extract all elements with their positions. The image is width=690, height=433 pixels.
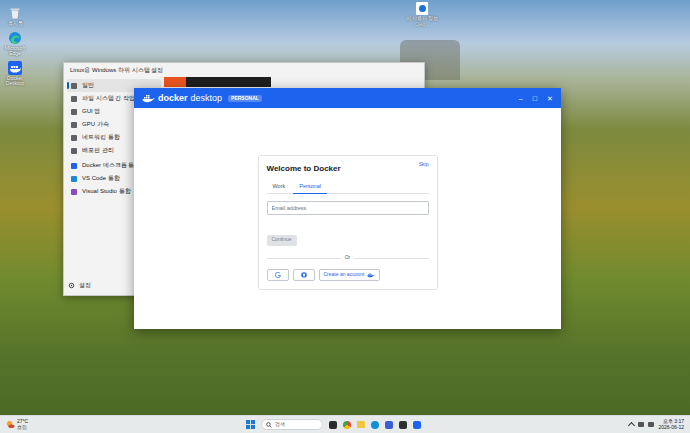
desktop-icons: 휴지통 Microsoft Edge Docker Desktop: [2, 6, 28, 87]
desktop-file-label: 이 사용자 정보 다시...: [405, 16, 439, 27]
minimize-button[interactable]: –: [519, 95, 523, 102]
file-explorer-icon[interactable]: [357, 421, 365, 428]
docker-title-bar[interactable]: docker desktop PERSONAL – □ ✕: [134, 88, 561, 108]
close-button[interactable]: ✕: [547, 95, 553, 102]
wsl-footer[interactable]: 설정: [68, 281, 91, 290]
sidebar-item-label: VS Code 통합: [82, 174, 120, 183]
gear-icon: [68, 282, 75, 289]
auth-buttons: Create an account: [267, 269, 429, 281]
system-icon: [71, 122, 77, 128]
docker-product: desktop: [191, 94, 223, 103]
docker-content: Welcome to Docker Skip Work Personal Cont…: [134, 108, 561, 329]
weather-sun-icon: [6, 420, 15, 429]
sidebar-item-label: 일반: [82, 81, 94, 90]
window-controls: – □ ✕: [519, 95, 553, 102]
account-tabs: Work Personal: [267, 181, 429, 194]
desktop-icon-label: 휴지통: [8, 21, 23, 27]
search-placeholder: 검색: [275, 421, 285, 429]
github-button[interactable]: [293, 269, 315, 281]
system-tray: 오후 3:17 2026-06-12: [629, 419, 690, 430]
clock[interactable]: 오후 3:17 2026-06-12: [658, 419, 684, 430]
weather-widget[interactable]: 27°C 흐림: [0, 419, 28, 430]
email-field[interactable]: [267, 201, 429, 215]
desktop-icon[interactable]: Microsoft Edge: [2, 31, 28, 57]
desktop-icon[interactable]: Docker Desktop: [2, 61, 28, 87]
create-account-label: Create an account: [324, 271, 365, 279]
chrome-icon[interactable]: [343, 421, 351, 429]
edge-icon[interactable]: [371, 421, 379, 429]
create-button[interactable]: Create an account: [319, 269, 381, 281]
search-icon: [266, 422, 272, 428]
taskbar: 27°C 흐림 검색 오후 3:17 2026-06-12: [0, 415, 690, 433]
sidebar-item-label: Docker 데스크톱 통합: [82, 161, 140, 170]
weather-condition: 흐림: [17, 425, 28, 430]
google-button[interactable]: [267, 269, 289, 281]
visualstudio-icon: [71, 189, 77, 195]
desktop-icon[interactable]: 휴지통: [2, 6, 28, 27]
recycle-bin-icon: [8, 6, 22, 20]
plan-badge: PERSONAL: [228, 95, 262, 102]
tray-overflow-icon[interactable]: [628, 422, 635, 429]
system-icon: [71, 83, 77, 89]
system-icon: [71, 96, 77, 102]
account-tab[interactable]: Work: [267, 181, 292, 194]
account-tab-label: Work: [273, 183, 286, 189]
desktop-file[interactable]: 이 사용자 정보 다시...: [405, 2, 439, 27]
volume-icon[interactable]: [648, 422, 654, 427]
taskbar-center: 검색: [246, 419, 421, 430]
task-view-icon[interactable]: [329, 421, 337, 429]
selection-indicator: [67, 82, 69, 89]
skip-link[interactable]: Skip: [419, 161, 429, 169]
sidebar-item-label: GUI 앱: [82, 107, 100, 116]
account-tab[interactable]: Personal: [293, 181, 327, 194]
desktop-icon-label: Microsoft Edge: [2, 46, 28, 57]
vscode-icon: [71, 176, 77, 182]
wsl-footer-label: 설정: [79, 281, 91, 290]
edge-icon: [8, 31, 22, 45]
terminal-icon[interactable]: [399, 421, 407, 429]
google-icon: [275, 272, 281, 278]
desktop: 휴지통 Microsoft Edge Docker Desktop 이 사용자 정보…: [0, 0, 690, 433]
info-file-icon: [416, 2, 428, 15]
docker-taskbar-icon[interactable]: [413, 421, 421, 429]
network-icon[interactable]: [638, 422, 644, 427]
docker-window[interactable]: docker desktop PERSONAL – □ ✕ Welcome to D…: [134, 88, 561, 329]
taskbar-search[interactable]: 검색: [261, 419, 323, 430]
account-tab-label: Personal: [299, 183, 321, 189]
wsl-title: Linux용 Windows 하위 시스템 설정: [70, 66, 163, 75]
docker-brand: docker: [158, 94, 188, 103]
welcome-title: Welcome to Docker: [267, 163, 341, 175]
welcome-card: Welcome to Docker Skip Work Personal Cont…: [258, 155, 438, 290]
desktop-icon-label: Docker Desktop: [2, 76, 28, 87]
sidebar-item-label: Visual Studio 통합: [82, 187, 131, 196]
docker-whale-icon: [142, 94, 155, 103]
maximize-button[interactable]: □: [533, 95, 537, 102]
wsl-title-bar[interactable]: Linux용 Windows 하위 시스템 설정: [64, 63, 424, 77]
windows-start-icon[interactable]: [246, 420, 255, 429]
store-icon[interactable]: [385, 421, 393, 429]
docker-icon: [8, 61, 22, 75]
system-icon: [71, 148, 77, 154]
continue-button[interactable]: Continue: [267, 235, 297, 246]
github-icon: [301, 272, 307, 278]
docker-whale-icon: [367, 272, 375, 278]
sidebar-item-label: GPU 가속: [82, 120, 109, 129]
docker-icon: [71, 163, 77, 169]
system-icon: [71, 109, 77, 115]
docker-logo: docker desktop PERSONAL: [142, 94, 262, 103]
clock-date: 2026-06-12: [658, 425, 684, 430]
divider: Or: [267, 254, 429, 262]
sidebar-item-label: 네트워킹 통합: [82, 133, 120, 142]
system-icon: [71, 135, 77, 141]
sidebar-item-label: 파일 시스템 간 작업: [82, 94, 135, 103]
sidebar-item-label: 배포판 관리: [82, 146, 114, 155]
divider-label: Or: [345, 254, 351, 262]
wsl-banner: [164, 77, 271, 87]
